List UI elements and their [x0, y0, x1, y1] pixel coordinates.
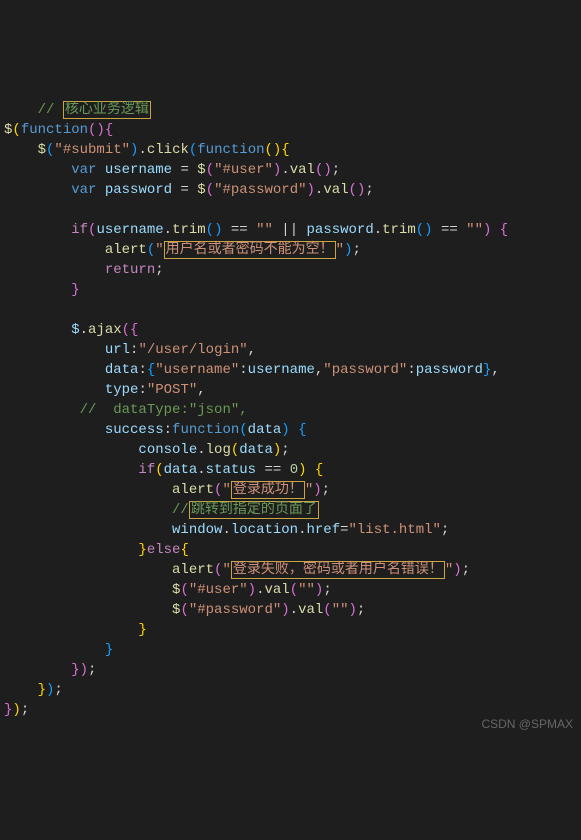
code-line: // dataType:"json",	[4, 402, 248, 418]
code-line: success:function(data) {	[4, 422, 307, 438]
code-line: data:{"username":username,"password":pas…	[4, 362, 500, 378]
code-line: if(data.status == 0) {	[4, 462, 323, 478]
code-line: //跳转到指定的页面了	[4, 501, 319, 519]
code-line: type:"POST",	[4, 382, 206, 398]
code-line: });	[4, 682, 63, 698]
code-line: $(function(){	[4, 122, 113, 138]
code-line: }	[4, 282, 80, 298]
watermark: CSDN @SPMAX	[481, 714, 573, 734]
code-line: });	[4, 662, 96, 678]
code-line: console.log(data);	[4, 442, 290, 458]
code-line: if(username.trim() == "" || password.tri…	[4, 222, 508, 238]
code-line: alert("用户名或者密码不能为空！");	[4, 241, 361, 259]
code-line: alert("登录失败，密码或者用户名错误！");	[4, 561, 470, 579]
code-line	[4, 202, 12, 218]
code-line: var password = $("#password").val();	[4, 182, 374, 198]
code-line: $("#user").val("");	[4, 582, 332, 598]
code-line: $.ajax({	[4, 322, 138, 338]
code-line: var username = $("#user").val();	[4, 162, 340, 178]
code-line: // 核心业务逻辑	[4, 101, 151, 119]
code-editor: // 核心业务逻辑 $(function(){ $("#submit").cli…	[0, 80, 581, 740]
code-line: }	[4, 622, 147, 638]
code-line: url:"/user/login",	[4, 342, 256, 358]
code-line: return;	[4, 262, 164, 278]
code-line: }	[4, 642, 113, 658]
code-line: $("#submit").click(function(){	[4, 142, 290, 158]
code-line: window.location.href="list.html";	[4, 522, 449, 538]
code-line: $("#password").val("");	[4, 602, 365, 618]
code-line: });	[4, 702, 29, 718]
code-line: }else{	[4, 542, 189, 558]
code-line	[4, 302, 12, 318]
code-line: alert("登录成功！");	[4, 481, 330, 499]
